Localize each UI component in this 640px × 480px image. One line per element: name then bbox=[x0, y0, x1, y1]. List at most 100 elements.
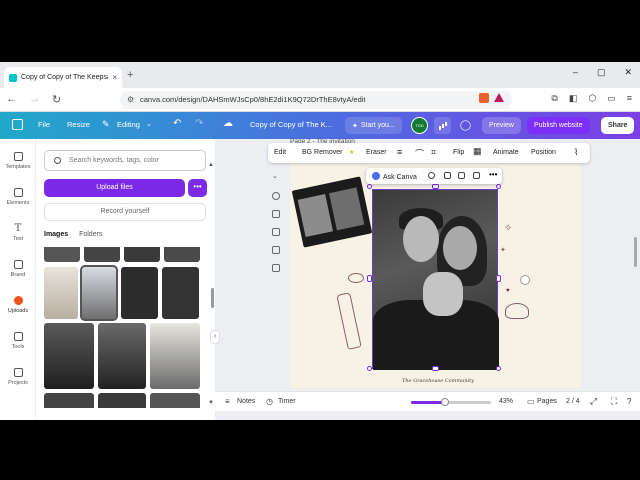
image-thumbnail[interactable] bbox=[44, 323, 94, 389]
collapse-page-icon[interactable]: ⌄ bbox=[272, 172, 278, 180]
resize-handle[interactable] bbox=[367, 184, 372, 189]
file-menu[interactable]: File bbox=[38, 120, 50, 129]
window-close-button[interactable]: ✕ bbox=[624, 67, 632, 78]
paint-roller-icon[interactable]: ⌇ bbox=[574, 147, 578, 158]
resize-handle[interactable] bbox=[432, 184, 439, 189]
star-doodle-icon[interactable]: ✦ bbox=[500, 246, 506, 254]
resize-menu[interactable]: Resize bbox=[67, 120, 90, 129]
restore-button[interactable]: ▢ bbox=[597, 67, 606, 78]
publish-website-button[interactable]: Publish website bbox=[527, 117, 590, 134]
position-button[interactable]: Position bbox=[531, 149, 556, 156]
browser-tab[interactable]: Copy of Copy of The Keepsake: × bbox=[4, 67, 122, 88]
lock-page-icon[interactable] bbox=[272, 210, 280, 218]
delete-page-icon[interactable] bbox=[272, 246, 280, 254]
hide-icon[interactable] bbox=[272, 192, 280, 200]
url-field[interactable]: ⚙ canva.com/design/DAHSmWJsCp0/8hE2di1K9… bbox=[120, 91, 512, 109]
transparency-icon[interactable]: ▦ bbox=[473, 146, 482, 157]
zoom-percent[interactable]: 43% bbox=[499, 398, 513, 405]
image-thumbnail[interactable] bbox=[44, 393, 94, 408]
delete-icon[interactable] bbox=[473, 172, 480, 179]
forward-arrow-icon[interactable]: → bbox=[29, 93, 40, 106]
preview-button[interactable]: Preview bbox=[482, 117, 521, 134]
image-thumbnail[interactable] bbox=[124, 247, 160, 262]
lock-icon[interactable] bbox=[444, 172, 451, 179]
collapse-panel-button[interactable]: ‹ bbox=[210, 330, 220, 344]
bg-remover-button[interactable]: BG Remover bbox=[302, 149, 342, 156]
notes-button[interactable]: Notes bbox=[237, 398, 255, 405]
resize-handle[interactable] bbox=[367, 275, 372, 282]
zoom-slider[interactable] bbox=[411, 398, 491, 406]
resize-handle[interactable] bbox=[496, 275, 501, 282]
corner-rounding-icon[interactable]: ⌒ bbox=[415, 147, 424, 160]
new-tab-button[interactable]: + bbox=[127, 69, 133, 81]
search-input[interactable]: Search keywords, tags, color bbox=[44, 150, 206, 171]
rail-item-templates[interactable]: Templates bbox=[0, 152, 36, 170]
duplicate-page-icon[interactable] bbox=[272, 228, 280, 236]
rail-item-elements[interactable]: Elements bbox=[0, 188, 36, 206]
tab-folders[interactable]: Folders bbox=[79, 231, 102, 238]
rail-item-brand[interactable]: Brand bbox=[0, 260, 36, 278]
record-yourself-button[interactable]: Record yourself bbox=[44, 203, 206, 221]
resize-handle[interactable] bbox=[367, 366, 372, 371]
image-thumbnail[interactable] bbox=[44, 247, 80, 262]
regenerate-icon[interactable] bbox=[428, 172, 435, 179]
image-thumbnail[interactable] bbox=[162, 267, 199, 319]
rotate-handle-icon[interactable] bbox=[520, 275, 530, 285]
image-thumbnail[interactable] bbox=[150, 393, 200, 408]
tab-close-icon[interactable]: × bbox=[112, 73, 117, 82]
resize-handle[interactable] bbox=[432, 366, 439, 371]
duplicate-icon[interactable] bbox=[458, 172, 465, 179]
undo-icon[interactable]: ↶ bbox=[173, 118, 181, 129]
analytics-icon[interactable] bbox=[434, 117, 451, 134]
resize-handle[interactable] bbox=[496, 184, 501, 189]
share-button[interactable]: Share bbox=[601, 117, 635, 134]
fullscreen-icon[interactable]: ⛶ bbox=[611, 396, 617, 407]
brave-shield-icon[interactable] bbox=[479, 93, 489, 103]
panel-scrollbar[interactable] bbox=[211, 288, 214, 308]
resize-handle[interactable] bbox=[496, 366, 501, 371]
add-page-icon[interactable] bbox=[272, 264, 280, 272]
screenshot-icon[interactable]: ⧉ bbox=[551, 93, 557, 104]
edit-button[interactable]: Edit bbox=[274, 149, 286, 156]
image-thumbnail[interactable] bbox=[150, 323, 200, 389]
more-options-button[interactable]: ••• bbox=[188, 179, 207, 197]
rail-item-projects[interactable]: Projects bbox=[0, 368, 36, 386]
rail-item-tools[interactable]: Tools bbox=[0, 332, 36, 350]
sidebar-icon[interactable]: ◧ bbox=[569, 93, 578, 104]
rail-item-uploads[interactable]: Uploads bbox=[0, 296, 36, 314]
rings-doodle-icon[interactable] bbox=[348, 273, 364, 283]
editing-menu[interactable]: Editing bbox=[117, 120, 140, 129]
heart-doodle-icon[interactable]: ♥ bbox=[506, 288, 510, 294]
signature-text[interactable]: The Gracehouse Community bbox=[402, 378, 474, 384]
more-icon[interactable]: ••• bbox=[489, 170, 497, 179]
workspace-scrollbar[interactable] bbox=[634, 237, 637, 267]
pages-button[interactable]: Pages bbox=[537, 398, 557, 405]
image-thumbnail[interactable] bbox=[121, 267, 158, 319]
image-thumbnail[interactable] bbox=[98, 393, 146, 408]
extensions-icon[interactable]: ⬡ bbox=[588, 93, 596, 104]
zoom-slider-knob[interactable] bbox=[441, 398, 450, 406]
ask-canva-button[interactable]: Ask Canva bbox=[372, 172, 417, 181]
image-thumbnail[interactable] bbox=[164, 247, 200, 262]
border-style-icon[interactable]: ≡ bbox=[397, 147, 402, 157]
champagne-doodle-icon[interactable] bbox=[336, 292, 362, 350]
sparkle-doodle-icon[interactable]: ✧ bbox=[504, 223, 512, 234]
couple-photo[interactable] bbox=[372, 189, 499, 370]
menu-icon[interactable]: ≡ bbox=[627, 93, 632, 104]
bow-doodle-icon[interactable] bbox=[505, 303, 529, 319]
reload-icon[interactable]: ↻ bbox=[52, 93, 61, 106]
animate-button[interactable]: Animate bbox=[493, 149, 519, 156]
upload-files-button[interactable]: Upload files bbox=[44, 179, 185, 197]
image-thumbnail[interactable] bbox=[80, 265, 118, 321]
crop-icon[interactable]: ⌗ bbox=[431, 147, 436, 158]
scroll-down-icon[interactable]: ▼ bbox=[208, 400, 214, 406]
start-button[interactable]: ✦ Start you... bbox=[345, 117, 402, 134]
timer-button[interactable]: Timer bbox=[278, 398, 296, 405]
image-thumbnail[interactable] bbox=[98, 323, 146, 389]
rewards-triangle-icon[interactable] bbox=[494, 93, 504, 102]
help-icon[interactable]: ? bbox=[627, 397, 631, 406]
redo-icon[interactable]: ↷ bbox=[195, 118, 203, 129]
wallet-icon[interactable]: ▭ bbox=[607, 93, 616, 104]
avatar[interactable]: TGD bbox=[411, 117, 428, 134]
tab-images[interactable]: Images bbox=[44, 231, 68, 238]
